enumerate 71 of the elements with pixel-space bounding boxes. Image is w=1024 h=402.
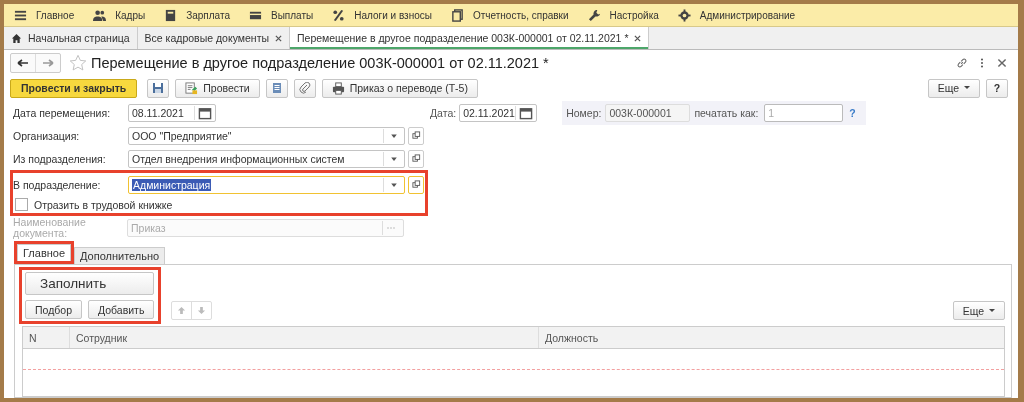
navigation-buttons[interactable]: [10, 53, 61, 73]
windows-icon: [411, 180, 421, 189]
input-field[interactable]: Администрация: [128, 175, 405, 194]
column-header[interactable]: Должность: [539, 327, 1004, 348]
save-button[interactable]: [147, 78, 170, 98]
more-button[interactable]: Еще: [952, 301, 1005, 320]
column-header[interactable]: N: [23, 327, 70, 348]
close-icon[interactable]: [634, 34, 642, 42]
windows-icon: [411, 131, 421, 140]
paperclip-icon: [298, 82, 311, 94]
date-label: Дата:: [430, 107, 457, 119]
menu-item[interactable]: Администрирование: [677, 8, 796, 22]
open-button[interactable]: [408, 149, 424, 168]
percent-icon: [332, 8, 346, 22]
form-title: Перемещение в другое подразделение 003К-000001 от 02.11.2021 *: [91, 55, 549, 71]
menu-icon: [14, 8, 27, 22]
calculator-icon: [164, 8, 178, 22]
input-field[interactable]: ООО "Предприятие": [128, 126, 405, 145]
menu-item[interactable]: Главное: [14, 8, 75, 22]
wrench-icon: [587, 8, 601, 22]
post-and-close-button[interactable]: Провести и закрыть: [10, 78, 138, 98]
menu-item[interactable]: Зарплата: [164, 8, 230, 22]
menu-item[interactable]: Настройка: [587, 8, 659, 22]
people-icon: [93, 8, 107, 22]
number-label: Номер:: [566, 107, 602, 119]
menu-item[interactable]: Выплаты: [249, 8, 314, 22]
caret-icon: [989, 308, 995, 313]
caret-icon: [964, 86, 970, 90]
menu-item[interactable]: Налоги и взносы: [332, 8, 432, 22]
input-field[interactable]: Отдел внедрения информационных систем: [128, 149, 405, 168]
input-field[interactable]: 08.11.2021: [128, 103, 216, 122]
field-label: Организация:: [13, 129, 81, 142]
list-icon: [270, 82, 283, 94]
open-button[interactable]: [408, 126, 424, 145]
print-as-label: печатать как:: [694, 107, 759, 119]
column-header[interactable]: Сотрудник: [70, 327, 539, 348]
table-button[interactable]: Подбор: [25, 300, 82, 319]
close-icon[interactable]: [275, 34, 282, 42]
windows-icon: [411, 154, 421, 163]
fill-button[interactable]: Заполнить: [25, 272, 155, 295]
star-icon[interactable]: [69, 54, 87, 72]
home-icon: [11, 32, 22, 44]
field-label: Дата перемещения:: [13, 106, 112, 119]
tab[interactable]: Дополнительно: [74, 247, 166, 264]
date-field[interactable]: 02.11.2021: [459, 104, 538, 122]
more-button[interactable]: Еще: [927, 78, 980, 98]
field-label: Из подразделения:: [13, 152, 107, 165]
field-label: В подразделение:: [13, 178, 102, 191]
link-icon[interactable]: [956, 57, 968, 69]
close-icon[interactable]: [996, 57, 1008, 69]
documents-icon: [450, 8, 464, 22]
more-icon[interactable]: [980, 57, 984, 69]
number-field[interactable]: 003К-000001: [605, 104, 691, 122]
settings-icon: [677, 8, 691, 22]
open-tab[interactable]: Перемещение в другое подразделение 003К-000001 от 02.11.2021 *: [290, 27, 650, 49]
checkbox-label: Отразить в трудовой книжке: [34, 198, 173, 211]
help-link[interactable]: ?: [849, 107, 856, 119]
attachment-button[interactable]: [293, 78, 316, 98]
field-label: Наименование документа:: [13, 216, 87, 239]
document-icon: [185, 81, 199, 95]
checkbox[interactable]: [15, 198, 28, 211]
tab[interactable]: Главное: [17, 244, 72, 261]
print-order-button[interactable]: Приказ о переводе (Т-5): [321, 78, 478, 98]
open-button[interactable]: [408, 175, 424, 194]
help-button[interactable]: ?: [986, 78, 1008, 98]
list-button[interactable]: [265, 78, 288, 98]
printer-icon: [331, 81, 345, 95]
post-button[interactable]: Провести: [175, 78, 260, 98]
table-button[interactable]: Добавить: [88, 300, 155, 319]
menu-item[interactable]: Кадры: [93, 8, 146, 22]
menu-item[interactable]: Отчетность, справки: [450, 8, 569, 22]
